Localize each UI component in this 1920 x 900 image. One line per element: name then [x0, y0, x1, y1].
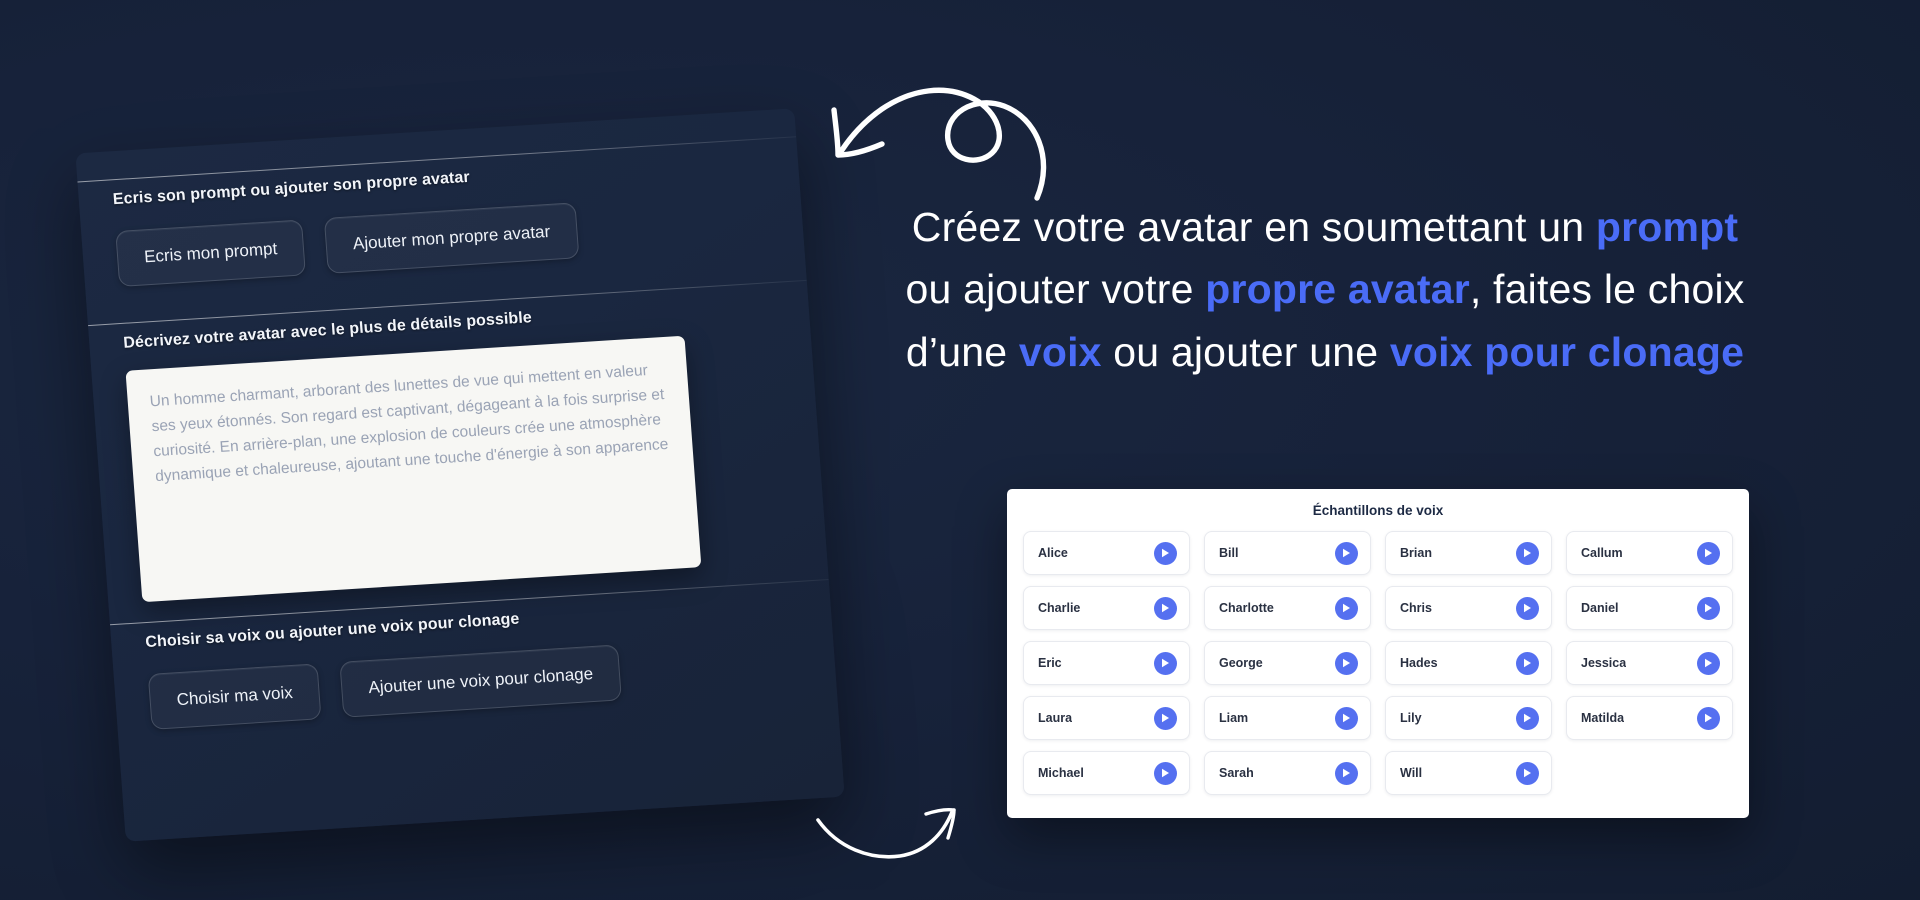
- headline: Créez votre avatar en soumettant un prom…: [855, 196, 1795, 383]
- section-voice-buttons: Choisir ma voix Ajouter une voix pour cl…: [147, 633, 803, 730]
- voice-card[interactable]: Alice: [1023, 531, 1190, 575]
- section-voice: Choisir sa voix ou ajouter une voix pour…: [111, 591, 837, 732]
- section-prompt-buttons: Ecris mon prompt Ajouter mon propre avat…: [115, 190, 770, 288]
- headline-accent-voix-clonage: voix pour clonage: [1389, 328, 1745, 375]
- voice-card[interactable]: Chris: [1385, 586, 1552, 630]
- play-icon[interactable]: [1335, 706, 1358, 730]
- voice-name: Chris: [1400, 601, 1432, 615]
- voice-name: Sarah: [1219, 766, 1254, 780]
- page-root: Ecris son prompt ou ajouter son propre a…: [0, 0, 1920, 900]
- voice-name: Alice: [1038, 546, 1068, 560]
- voice-name: Laura: [1038, 711, 1073, 725]
- curved-arrow-loop-icon: [808, 62, 1058, 207]
- curved-arrow-up-right-icon: [812, 790, 1012, 875]
- voice-name: Bill: [1219, 546, 1239, 560]
- voice-name: Daniel: [1581, 601, 1619, 615]
- voice-card[interactable]: Hades: [1385, 641, 1552, 685]
- voice-name: George: [1219, 656, 1263, 670]
- play-icon[interactable]: [1697, 596, 1720, 620]
- play-icon[interactable]: [1335, 541, 1358, 565]
- voice-card[interactable]: Charlotte: [1204, 586, 1371, 630]
- voice-card[interactable]: Will: [1385, 751, 1552, 795]
- play-icon[interactable]: [1335, 651, 1358, 675]
- voice-samples-title: Échantillons de voix: [1312, 503, 1444, 518]
- voice-card[interactable]: Eric: [1023, 641, 1190, 685]
- voice-card[interactable]: Michael: [1023, 751, 1190, 795]
- voice-name: Matilda: [1581, 711, 1625, 725]
- play-icon[interactable]: [1516, 596, 1539, 620]
- voice-name: Charlie: [1038, 601, 1081, 615]
- voice-card[interactable]: Daniel: [1566, 586, 1733, 630]
- voice-card[interactable]: Matilda: [1566, 696, 1733, 740]
- voice-name: Jessica: [1581, 656, 1627, 670]
- voice-card[interactable]: Liam: [1204, 696, 1371, 740]
- voice-card[interactable]: Charlie: [1023, 586, 1190, 630]
- play-icon[interactable]: [1697, 706, 1720, 730]
- headline-accent-prompt: prompt: [1595, 204, 1739, 250]
- add-voice-for-cloning-button[interactable]: Ajouter une voix pour clonage: [339, 644, 623, 718]
- play-icon[interactable]: [1154, 706, 1177, 730]
- avatar-creation-card-body: Ecris son prompt ou ajouter son propre a…: [75, 108, 845, 842]
- headline-line-2-text-a: ou ajouter votre: [905, 266, 1206, 313]
- play-icon[interactable]: [1516, 651, 1539, 675]
- voice-card[interactable]: Sarah: [1204, 751, 1371, 795]
- play-icon[interactable]: [1154, 761, 1177, 785]
- play-icon[interactable]: [1516, 761, 1539, 785]
- avatar-creation-card: Ecris son prompt ou ajouter son propre a…: [75, 108, 845, 842]
- play-icon[interactable]: [1335, 596, 1358, 620]
- write-my-prompt-button[interactable]: Ecris mon prompt: [115, 219, 307, 288]
- play-icon[interactable]: [1697, 541, 1720, 565]
- headline-accent-voix: voix: [1018, 328, 1102, 375]
- add-my-own-avatar-button[interactable]: Ajouter mon propre avatar: [324, 202, 580, 274]
- voice-name: Eric: [1038, 656, 1062, 670]
- voice-name: Charlotte: [1219, 601, 1274, 615]
- avatar-description-textarea[interactable]: Un homme charmant, arborant des lunettes…: [125, 335, 702, 603]
- play-icon[interactable]: [1516, 706, 1539, 730]
- voice-card[interactable]: Callum: [1566, 531, 1733, 575]
- play-icon[interactable]: [1697, 651, 1720, 675]
- headline-line-3-text-a: d’une: [905, 328, 1019, 375]
- play-icon[interactable]: [1335, 761, 1358, 785]
- headline-accent-propre-avatar: propre avatar: [1205, 266, 1470, 313]
- voice-name: Callum: [1581, 546, 1623, 560]
- voice-samples-panel: Échantillons de voix Alice Bill Brian Callu…: [1007, 489, 1749, 818]
- voice-card[interactable]: Lily: [1385, 696, 1552, 740]
- voice-name: Liam: [1219, 711, 1249, 725]
- play-icon[interactable]: [1516, 541, 1539, 565]
- play-icon[interactable]: [1154, 651, 1177, 675]
- headline-line-1-text: Créez votre avatar en soumettant un: [911, 204, 1596, 250]
- play-icon[interactable]: [1154, 541, 1177, 565]
- section-describe: Décrivez votre avatar avec le plus de dé…: [89, 292, 827, 604]
- headline-line-2-text-b: , faites le choix: [1469, 266, 1745, 313]
- voice-name: Lily: [1400, 711, 1422, 725]
- voice-card[interactable]: Laura: [1023, 696, 1190, 740]
- voice-name: Hades: [1400, 656, 1438, 670]
- voice-card[interactable]: Brian: [1385, 531, 1552, 575]
- voice-name: Will: [1400, 766, 1423, 780]
- voice-name: Brian: [1400, 546, 1432, 560]
- headline-line-1: Créez votre avatar en soumettant un prom…: [855, 196, 1795, 258]
- headline-line-3: d’une voix ou ajouter une voix pour clon…: [855, 321, 1795, 383]
- play-icon[interactable]: [1154, 596, 1177, 620]
- voice-name: Michael: [1038, 766, 1084, 780]
- choose-my-voice-button[interactable]: Choisir ma voix: [147, 663, 322, 730]
- voice-card[interactable]: Bill: [1204, 531, 1371, 575]
- voice-card[interactable]: George: [1204, 641, 1371, 685]
- voice-samples-grid: Alice Bill Brian Callum Charlie Charlotte Chri…: [1023, 531, 1733, 795]
- headline-line-3-text-b: ou ajouter une: [1101, 328, 1390, 375]
- voice-card[interactable]: Jessica: [1566, 641, 1733, 685]
- section-prompt: Ecris son prompt ou ajouter son propre a…: [78, 148, 804, 289]
- headline-line-2: ou ajouter votre propre avatar, faites l…: [855, 258, 1795, 320]
